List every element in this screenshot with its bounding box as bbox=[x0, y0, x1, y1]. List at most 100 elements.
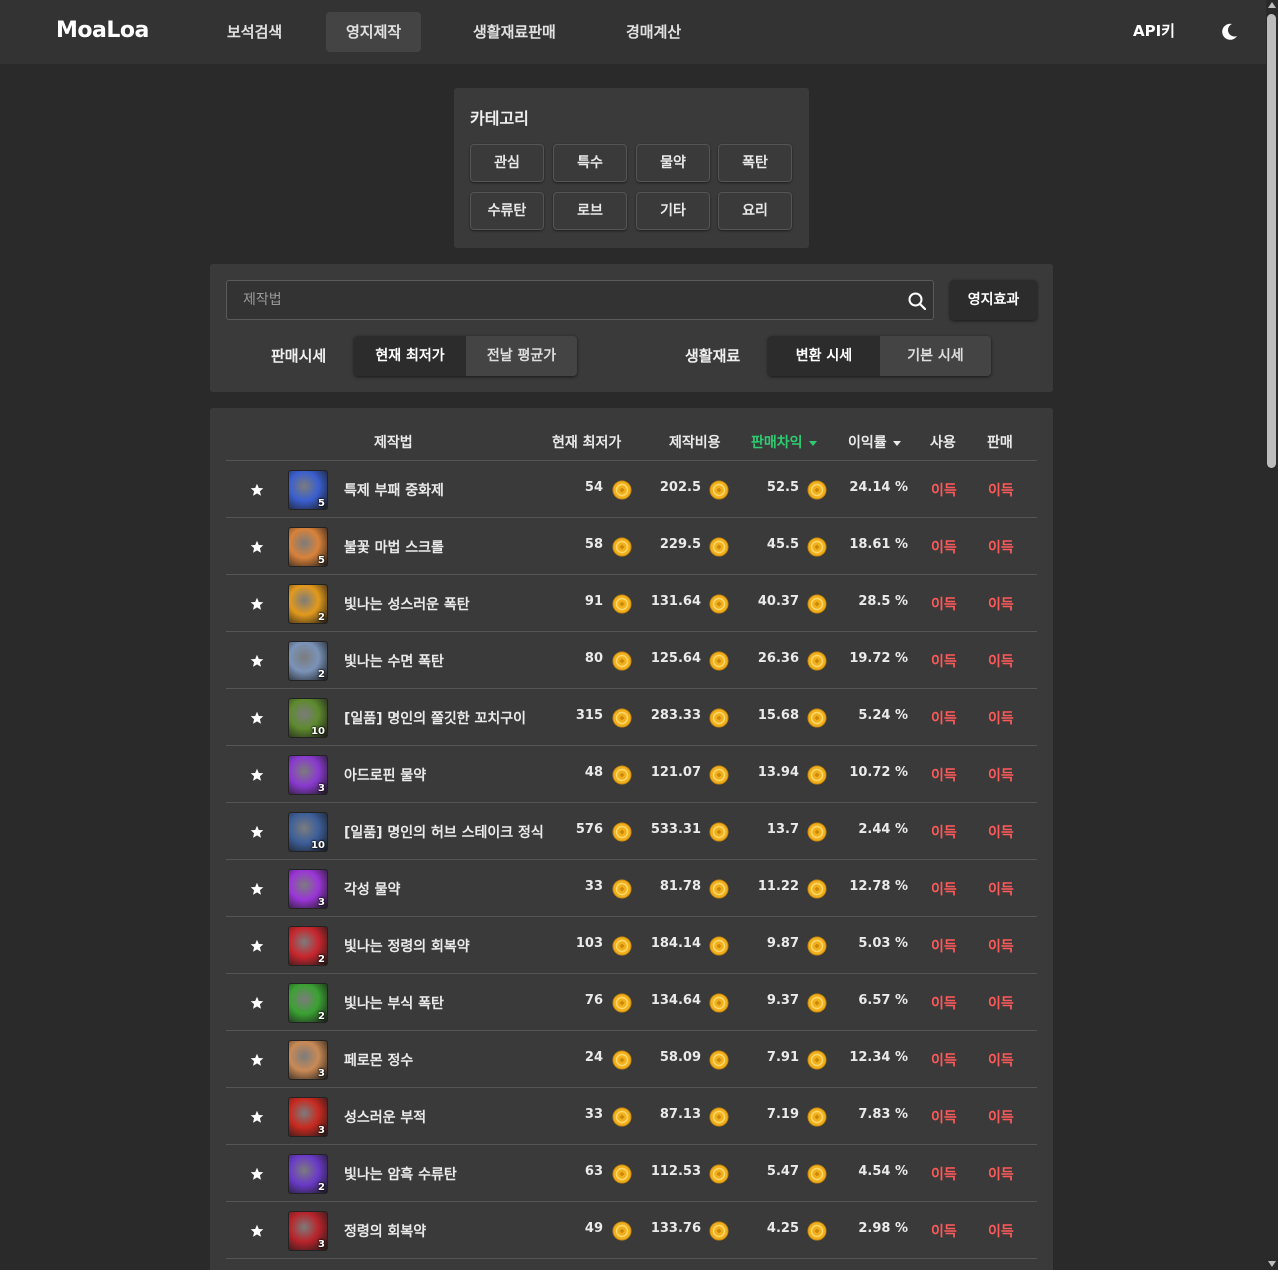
search-icon[interactable] bbox=[907, 291, 927, 311]
table-row[interactable]: 2 빛나는 암흑 수류탄 63 112.53 5.47 4.54 % 이득 이득 bbox=[226, 1145, 1037, 1202]
star-icon[interactable] bbox=[250, 710, 264, 724]
crafting-cost: 87.13 bbox=[659, 1107, 701, 1122]
gold-coin-icon bbox=[612, 594, 632, 614]
star-icon[interactable] bbox=[250, 881, 264, 895]
recipe-name[interactable]: 정령의 회복약 bbox=[344, 1221, 426, 1241]
recipe-name[interactable]: [일품] 명인의 쫄깃한 꼬치구이 bbox=[344, 708, 526, 728]
estate-effect-button[interactable]: 영지효과 bbox=[950, 280, 1037, 320]
recipe-name[interactable]: 각성 물약 bbox=[344, 879, 400, 899]
category-cooking-button[interactable]: 요리 bbox=[718, 192, 792, 230]
category-grenade-button[interactable]: 수류탄 bbox=[470, 192, 544, 230]
recipe-name[interactable]: 빛나는 정령의 회복약 bbox=[344, 936, 470, 956]
sort-desc-icon bbox=[892, 440, 901, 446]
table-row[interactable]: 10 [일품] 명인의 허브 스테이크 정식 576 533.31 13.7 2.44 %… bbox=[226, 803, 1037, 860]
recipe-name[interactable]: [일품] 명인의 허브 스테이크 정식 bbox=[344, 822, 544, 842]
star-icon[interactable] bbox=[250, 1052, 264, 1066]
scrollbar-thumb[interactable] bbox=[1267, 14, 1276, 468]
star-icon[interactable] bbox=[250, 767, 264, 781]
profit-rate: 12.34 % bbox=[849, 1050, 908, 1065]
nav-estate-crafting[interactable]: 영지제작 bbox=[326, 12, 422, 52]
materials-base-price[interactable]: 기본 시세 bbox=[880, 336, 991, 376]
header-profit-rate[interactable]: 이익률 bbox=[848, 432, 901, 452]
gold-coin-icon bbox=[709, 936, 729, 956]
table-row[interactable]: 3 각성 물약 33 81.78 11.22 12.78 % 이득 이득 bbox=[226, 860, 1037, 917]
gold-coin-icon bbox=[807, 1164, 827, 1184]
header-use[interactable]: 사용 bbox=[930, 432, 956, 452]
category-potion-button[interactable]: 물약 bbox=[636, 144, 710, 182]
sale-diff: 9.37 bbox=[766, 993, 799, 1008]
gold-coin-icon bbox=[807, 822, 827, 842]
header-recipe[interactable]: 제작법 bbox=[374, 432, 413, 452]
table-row[interactable]: 10 [일품] 명인의 쫄깃한 꼬치구이 315 283.33 15.68 5.24 % 이… bbox=[226, 689, 1037, 746]
api-key-link[interactable]: API키 bbox=[1133, 20, 1175, 41]
sale-price-current-low[interactable]: 현재 최저가 bbox=[354, 336, 466, 376]
gold-coin-icon bbox=[612, 1164, 632, 1184]
recipe-name[interactable]: 빛나는 수면 폭탄 bbox=[344, 651, 444, 671]
sale-diff: 11.22 bbox=[757, 879, 799, 894]
category-bomb-button[interactable]: 폭탄 bbox=[718, 144, 792, 182]
star-icon[interactable] bbox=[250, 653, 264, 667]
header-sale-diff[interactable]: 판매차익 bbox=[751, 432, 817, 452]
star-icon[interactable] bbox=[250, 824, 264, 838]
star-icon[interactable] bbox=[250, 1109, 264, 1123]
materials-converted-price[interactable]: 변환 시세 bbox=[768, 336, 880, 376]
use-status: 이득 bbox=[931, 1110, 957, 1126]
scroll-up-arrow-icon[interactable] bbox=[1268, 2, 1276, 8]
gold-coin-icon bbox=[807, 1107, 827, 1127]
gold-coin-icon bbox=[807, 765, 827, 785]
table-row[interactable]: 2 빛나는 수면 폭탄 80 125.64 26.36 19.72 % 이득 이득 bbox=[226, 632, 1037, 689]
sale-price-yesterday-avg[interactable]: 전날 평균가 bbox=[466, 336, 577, 376]
current-low-price: 49 bbox=[584, 1221, 603, 1236]
header-current-low[interactable]: 현재 최저가 bbox=[552, 432, 621, 452]
crafting-cost: 229.5 bbox=[659, 537, 701, 552]
star-icon[interactable] bbox=[250, 596, 264, 610]
brand-logo[interactable]: MoaLoa bbox=[56, 18, 149, 43]
star-icon[interactable] bbox=[250, 938, 264, 952]
table-row[interactable]: 3 성스러운 부적 33 87.13 7.19 7.83 % 이득 이득 bbox=[226, 1088, 1037, 1145]
materials-price-toggle: 변환 시세 기본 시세 bbox=[768, 336, 991, 376]
table-row[interactable]: 2 빛나는 정령의 회복약 103 184.14 9.87 5.03 % 이득 이득 bbox=[226, 917, 1037, 974]
profit-rate: 12.78 % bbox=[849, 879, 908, 894]
moon-icon[interactable] bbox=[1219, 22, 1239, 42]
star-icon[interactable] bbox=[250, 482, 264, 496]
nav-material-sales[interactable]: 생활재료판매 bbox=[453, 12, 576, 52]
item-quantity-badge: 2 bbox=[318, 1011, 325, 1022]
recipe-name[interactable]: 아드로핀 물약 bbox=[344, 765, 426, 785]
star-icon[interactable] bbox=[250, 1223, 264, 1237]
table-row[interactable]: 5 불꽃 마법 스크롤 58 229.5 45.5 18.61 % 이득 이득 bbox=[226, 518, 1037, 575]
recipe-name[interactable]: 빛나는 성스러운 폭탄 bbox=[344, 594, 470, 614]
star-icon[interactable] bbox=[250, 1166, 264, 1180]
current-low-price: 24 bbox=[584, 1050, 603, 1065]
category-misc-button[interactable]: 기타 bbox=[636, 192, 710, 230]
category-robe-button[interactable]: 로브 bbox=[553, 192, 627, 230]
category-special-button[interactable]: 특수 bbox=[553, 144, 627, 182]
nav-gem-search[interactable]: 보석검색 bbox=[207, 12, 302, 52]
header-cost[interactable]: 제작비용 bbox=[669, 432, 721, 452]
recipe-name[interactable]: 불꽃 마법 스크롤 bbox=[344, 537, 444, 557]
recipe-name[interactable]: 페로몬 정수 bbox=[344, 1050, 413, 1070]
category-favorites-button[interactable]: 관심 bbox=[470, 144, 544, 182]
table-row[interactable]: 2 빛나는 부식 폭탄 76 134.64 9.37 6.57 % 이득 이득 bbox=[226, 974, 1037, 1031]
recipe-name[interactable]: 특제 부패 중화제 bbox=[344, 480, 444, 500]
sale-diff: 4.25 bbox=[766, 1221, 799, 1236]
item-quantity-badge: 2 bbox=[318, 669, 325, 680]
table-row[interactable]: 2 빛나는 성스러운 폭탄 91 131.64 40.37 28.5 % 이득 이득 bbox=[226, 575, 1037, 632]
profit-rate: 6.57 % bbox=[858, 993, 908, 1008]
star-icon[interactable] bbox=[250, 539, 264, 553]
recipe-name[interactable]: 빛나는 부식 폭탄 bbox=[344, 993, 444, 1013]
recipe-name[interactable]: 성스러운 부적 bbox=[344, 1107, 426, 1127]
recipe-search-input[interactable] bbox=[227, 281, 897, 319]
nav-auction-calc[interactable]: 경매계산 bbox=[606, 12, 701, 52]
table-row[interactable]: 3 정령의 회복약 49 133.76 4.25 2.98 % 이득 이득 bbox=[226, 1202, 1037, 1259]
sell-status: 이득 bbox=[988, 1224, 1014, 1240]
table-row[interactable]: 3 페로몬 정수 24 58.09 7.91 12.34 % 이득 이득 bbox=[226, 1031, 1037, 1088]
table-row[interactable]: 3 아드로핀 물약 48 121.07 13.94 10.72 % 이득 이득 bbox=[226, 746, 1037, 803]
scroll-down-arrow-icon[interactable] bbox=[1268, 1261, 1276, 1267]
header-sell[interactable]: 판매 bbox=[987, 432, 1013, 452]
star-icon[interactable] bbox=[250, 995, 264, 1009]
table-row[interactable]: 5 특제 부패 중화제 54 202.5 52.5 24.14 % 이득 이득 bbox=[226, 461, 1037, 518]
gold-coin-icon bbox=[807, 708, 827, 728]
recipe-name[interactable]: 빛나는 암흑 수류탄 bbox=[344, 1164, 457, 1184]
gold-coin-icon bbox=[709, 537, 729, 557]
gold-coin-icon bbox=[612, 765, 632, 785]
